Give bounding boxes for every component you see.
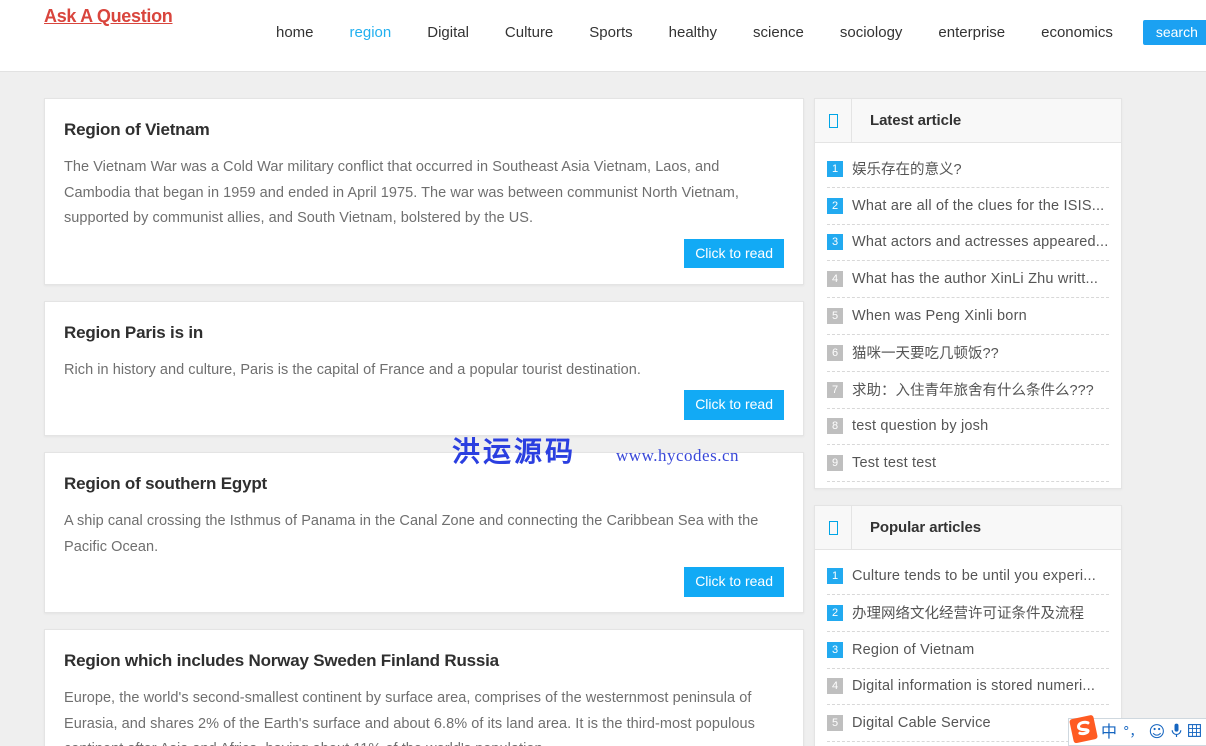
list-item-label: 娱乐存在的意义? [852,162,962,179]
tofu-box-icon [815,506,852,550]
list-item[interactable]: 6 猫咪一天要吃几顿饭?? [827,335,1109,372]
nav-item-digital[interactable]: Digital [409,22,487,44]
nav-item-enterprise[interactable]: enterprise [920,22,1023,44]
article-title: Region Paris is in [64,322,204,342]
article-card[interactable]: Region of Vietnam The Vietnam War was a … [44,98,804,285]
panel-title: Popular articles [870,519,981,537]
list-item[interactable]: 8 test question by josh [827,409,1109,446]
rank-badge: 1 [827,568,843,585]
article-actions: Click to read [64,560,784,597]
nav-item-culture[interactable]: Culture [487,22,571,44]
site-logo[interactable]: Ask A Question [44,6,173,27]
panel-latest-article: Latest article 1 娱乐存在的意义? 2 What are all o… [814,98,1122,490]
rank-badge: 7 [827,381,843,398]
main-navigation: home region Digital Culture Sports healt… [258,20,1206,45]
list-item[interactable]: 2 What are all of the clues for the ISIS.… [827,188,1109,225]
click-to-read-button[interactable]: Click to read [684,567,784,597]
latest-article-list: 1 娱乐存在的意义? 2 What are all of the clues for… [815,143,1121,488]
page-body: Region of Vietnam The Vietnam War was a … [0,72,1206,746]
rank-badge: 3 [827,641,843,658]
search-button[interactable]: search [1142,20,1206,45]
list-item-label: Culture tends to be until you experi... [852,568,1096,585]
rank-badge: 2 [827,604,843,621]
nav-item-sociology[interactable]: sociology [822,22,921,44]
rank-badge: 3 [827,234,843,251]
article-excerpt: The Vietnam War was a Cold War military … [64,159,739,226]
nav-item-sports[interactable]: Sports [571,22,650,44]
list-item[interactable]: 4 What has the author XinLi Zhu writt... [827,261,1109,299]
nav-item-science[interactable]: science [735,22,822,44]
list-item[interactable]: 2 办理网络文化经营许可证条件及流程 [827,595,1109,632]
ime-microphone-icon[interactable] [1171,723,1182,741]
article-card[interactable]: Region which includes Norway Sweden Finl… [44,629,804,746]
click-to-read-button[interactable]: Click to read [684,390,784,420]
list-item-label: 办理网络文化经营许可证条件及流程 [852,606,1084,623]
rank-badge: 9 [827,455,843,472]
article-title: Region which includes Norway Sweden Finl… [64,651,499,670]
list-item-label: Digital information is stored numeri... [852,678,1096,695]
article-actions: Click to read [64,383,784,420]
article-excerpt: A ship canal crossing the Isthmus of Pan… [64,513,759,555]
list-item-label: test question by josh [852,418,989,435]
list-item-label: What are all of the clues for the ISIS..… [852,197,1105,214]
list-item-label: What has the author XinLi Zhu writt... [852,271,1099,288]
panel-popular-articles: Popular articles 1 Culture tends to be un… [814,505,1122,746]
panel-title: Latest article [870,112,962,129]
list-item[interactable]: 9 Test test test [827,445,1109,483]
ime-punctuation-icon[interactable]: °， [1123,726,1143,739]
tofu-box-icon [815,99,852,142]
rank-badge: 4 [827,678,843,695]
site-header: Ask A Question home region Digital Cultu… [0,0,1206,72]
list-item-label: What actors and actresses appeared... [852,234,1109,251]
rank-badge: 8 [827,418,843,435]
list-item[interactable]: 7 求助：入住青年旅舍有什么条件么??? [827,372,1109,409]
article-title: Region of southern Egypt [64,474,267,493]
panel-header: Popular articles [815,506,1121,551]
article-card[interactable]: Region of southern Egypt A ship canal cr… [44,452,804,613]
ime-language-mode-icon[interactable]: 中 [1101,724,1117,740]
article-actions: Click to read [64,232,784,269]
ime-emoji-icon[interactable]: ☺ [1149,724,1166,740]
sidebar: Latest article 1 娱乐存在的意义? 2 What are all o… [814,98,1122,746]
rank-badge: 6 [827,344,843,361]
list-item-label: Test test test [852,455,937,472]
nav-item-home[interactable]: home [258,22,332,44]
list-item-label: Region of Vietnam [852,641,975,658]
list-item[interactable]: 3 Region of Vietnam [827,632,1109,669]
nav-item-region[interactable]: region [332,22,410,44]
article-excerpt: Rich in history and culture, Paris is th… [64,361,641,378]
article-excerpt: Europe, the world's second-smallest cont… [64,690,755,746]
list-item-label: When was Peng Xinli born [852,308,1027,325]
article-title: Region of Vietnam [64,120,210,139]
list-item-label: Digital Cable Service [852,715,991,732]
rank-badge: 5 [827,308,843,325]
list-item[interactable]: 1 Culture tends to be until you experi... [827,558,1109,595]
list-item[interactable]: 5 When was Peng Xinli born [827,298,1109,335]
nav-item-economics[interactable]: economics [1023,22,1131,44]
rank-badge: 4 [827,271,843,288]
list-item[interactable]: 5 Digital Cable Service [827,705,1109,743]
rank-badge: 1 [827,160,843,177]
ime-keyboard-icon[interactable] [1188,724,1202,740]
click-to-read-button[interactable]: Click to read [684,238,784,269]
sogou-logo-icon[interactable] [1069,714,1099,744]
nav-item-healthy[interactable]: healthy [651,22,735,44]
list-item[interactable]: 4 Digital information is stored numeri... [827,669,1109,706]
article-card[interactable]: Region Paris is in Rich in history and c… [44,300,804,436]
rank-badge: 2 [827,197,843,214]
rank-badge: 5 [827,715,843,732]
list-item-label: 求助：入住青年旅舍有什么条件么??? [852,383,1094,400]
list-item-label: 猫咪一天要吃几顿饭?? [852,346,999,363]
list-item[interactable]: 1 娱乐存在的意义? [827,151,1109,188]
article-list: Region of Vietnam The Vietnam War was a … [44,98,804,746]
panel-header: Latest article [815,99,1121,143]
list-item[interactable]: 3 What actors and actresses appeared... [827,225,1109,262]
